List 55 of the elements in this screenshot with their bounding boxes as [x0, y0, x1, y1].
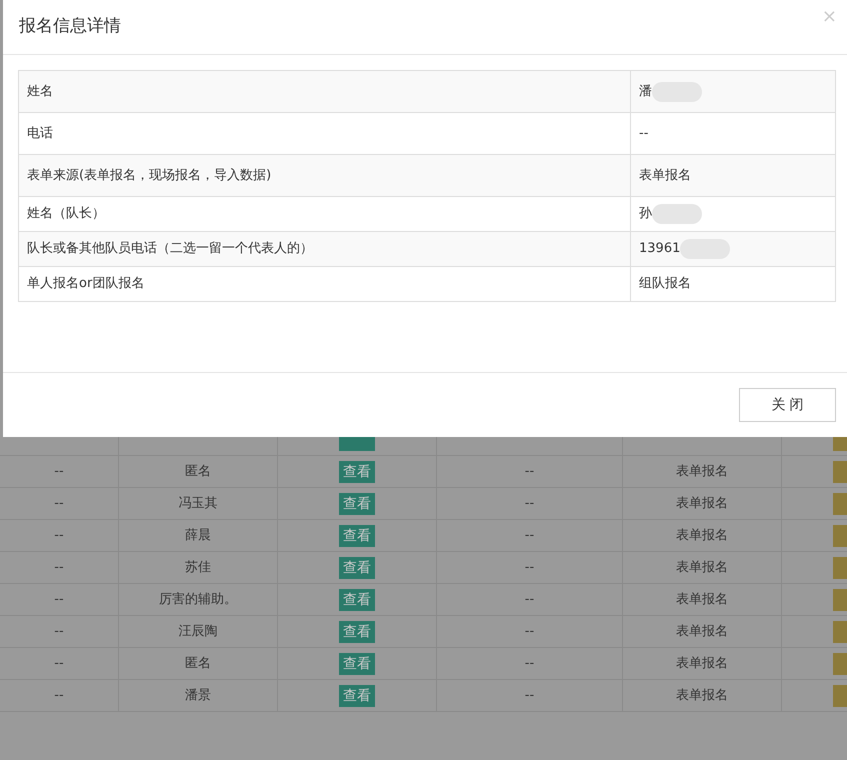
table-cell-text: 表单报名	[676, 622, 728, 641]
view-button[interactable]: 查看	[339, 652, 375, 674]
field-value: 孙	[639, 205, 652, 224]
field-value: 表单报名	[639, 166, 691, 185]
table-cell-text: --	[524, 494, 534, 513]
table-cell-text: --	[524, 654, 534, 673]
table-cell-text: 汪辰陶	[178, 622, 218, 641]
table-cell-text: --	[524, 462, 534, 481]
table-cell-text: 表单报名	[676, 462, 728, 481]
table-cell-text: 苏佳	[185, 558, 211, 577]
field-value: 13961	[639, 240, 680, 258]
table-cell-text: 表单报名	[676, 558, 728, 577]
table-cell-text: --	[524, 526, 534, 545]
field-label: 队长或备其他队员电话（二选一留一个代表人的）	[27, 241, 313, 256]
table-cell-text: --	[524, 686, 534, 705]
table-cell-text: --	[54, 462, 64, 481]
table-cell-text: 匿名	[185, 462, 211, 481]
table-cell-text: --	[54, 558, 64, 577]
table-cell-text: 表单报名	[676, 526, 728, 545]
field-label: 表单来源(表单报名，现场报名，导入数据)	[27, 168, 272, 183]
table-cell-text: --	[54, 654, 64, 673]
view-button[interactable]: 查看	[339, 524, 375, 546]
table-cell-text: 表单报名	[676, 654, 728, 673]
field-value: 潘	[639, 82, 652, 101]
table-cell-text: --	[54, 590, 64, 609]
view-button[interactable]: 查看	[339, 556, 375, 578]
view-button[interactable]: 查看	[339, 460, 375, 482]
table-cell-text: 薛晨	[185, 526, 211, 545]
table-cell-text: --	[54, 622, 64, 641]
redaction-blur	[652, 204, 702, 224]
field-label: 电话	[27, 126, 53, 141]
dialog-title: 报名信息详情	[19, 15, 121, 38]
table-cell-text: --	[524, 622, 534, 641]
field-value: --	[639, 124, 648, 143]
view-button[interactable]: 查看	[339, 684, 375, 706]
table-cell-text: --	[524, 590, 534, 609]
table-cell-text: 表单报名	[676, 686, 728, 705]
table-cell-text: --	[54, 686, 64, 705]
table-cell-text: --	[54, 494, 64, 513]
table-cell-text: 表单报名	[676, 590, 728, 609]
table-cell-text: 匿名	[185, 654, 211, 673]
view-button[interactable]: 查看	[339, 620, 375, 642]
field-value: 组队报名	[639, 275, 691, 294]
view-button[interactable]: 查看	[339, 492, 375, 514]
view-button[interactable]: 查看	[339, 588, 375, 610]
field-label: 姓名	[27, 84, 53, 99]
table-cell-text: 厉害的辅助。	[159, 590, 237, 609]
table-cell-text: 潘景	[185, 686, 211, 705]
table-cell-text: 表单报名	[676, 494, 728, 513]
field-label: 姓名（队长）	[27, 206, 105, 222]
field-label: 单人报名or团队报名	[27, 276, 144, 292]
table-cell-text: 冯玉其	[178, 494, 218, 513]
close-button[interactable]: 关 闭	[739, 388, 836, 422]
table-cell-text: --	[54, 526, 64, 545]
table-cell-text: --	[524, 558, 534, 577]
